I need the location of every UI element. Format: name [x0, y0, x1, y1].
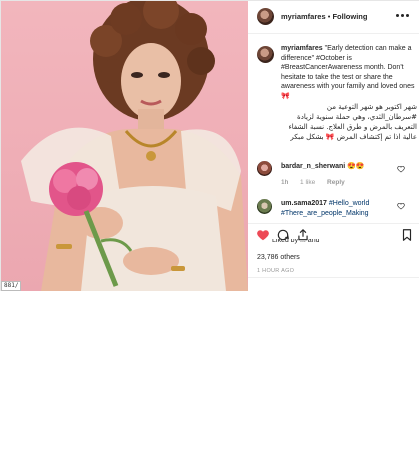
- caption-text-ar: شهر اكتوبر هو شهر التوعية من #سرطان_الثد…: [288, 103, 417, 141]
- comment-username-link[interactable]: bardar_n_sherwani: [281, 163, 345, 170]
- likes-count[interactable]: 23,786 others: [257, 253, 300, 262]
- image-url-tag: 881/: [1, 281, 22, 291]
- post-caption: myriamfares "Early detection can make a …: [281, 44, 417, 142]
- caption-english: myriamfares "Early detection can make a …: [281, 44, 417, 101]
- heart-filled-icon[interactable]: [256, 228, 270, 242]
- following-button[interactable]: Following: [332, 12, 367, 21]
- author-username-link[interactable]: myriamfares: [281, 12, 326, 21]
- comment-time[interactable]: 1h: [281, 179, 288, 186]
- post-image-illustration: [21, 1, 248, 291]
- caption-avatar[interactable]: [257, 46, 274, 63]
- comment-text: 😍😍: [347, 163, 365, 170]
- comment-meta: 1h 1 like Reply: [281, 179, 355, 186]
- bookmark-icon[interactable]: [400, 228, 414, 242]
- comment-username-link[interactable]: um.sama2017: [281, 200, 327, 207]
- post-photo[interactable]: 881/: [1, 1, 248, 291]
- follow-separator: •: [327, 12, 331, 21]
- comment-item: um.sama2017 #Hello_world #There_are_peop…: [281, 199, 401, 218]
- add-comment-area[interactable]: [248, 277, 419, 291]
- post-frame: 881/ myriamfares • Following myriamfares…: [0, 0, 419, 291]
- comment-avatar[interactable]: [257, 199, 272, 214]
- comment-likes[interactable]: 1 like: [300, 179, 315, 186]
- comment-avatar[interactable]: [257, 161, 272, 176]
- comment-like-heart-icon[interactable]: [397, 202, 405, 210]
- caption-username-link[interactable]: myriamfares: [281, 45, 323, 52]
- post-side-panel: myriamfares • Following myriamfares "Ear…: [248, 1, 419, 291]
- likes-partial-text[interactable]: Liked by ... and: [272, 239, 319, 245]
- header-user-line: myriamfares • Following: [281, 12, 367, 21]
- post-header: myriamfares • Following: [248, 1, 419, 34]
- comment-item: bardar_n_sherwani 😍😍: [281, 162, 401, 172]
- post-timestamp[interactable]: 1 HOUR AGO: [257, 268, 294, 274]
- reply-button[interactable]: Reply: [327, 179, 345, 186]
- author-avatar[interactable]: [257, 8, 274, 25]
- caption-text-en: "Early detection can make a difference" …: [281, 45, 415, 100]
- comment-like-heart-icon[interactable]: [397, 165, 405, 173]
- more-options-icon[interactable]: [396, 14, 410, 18]
